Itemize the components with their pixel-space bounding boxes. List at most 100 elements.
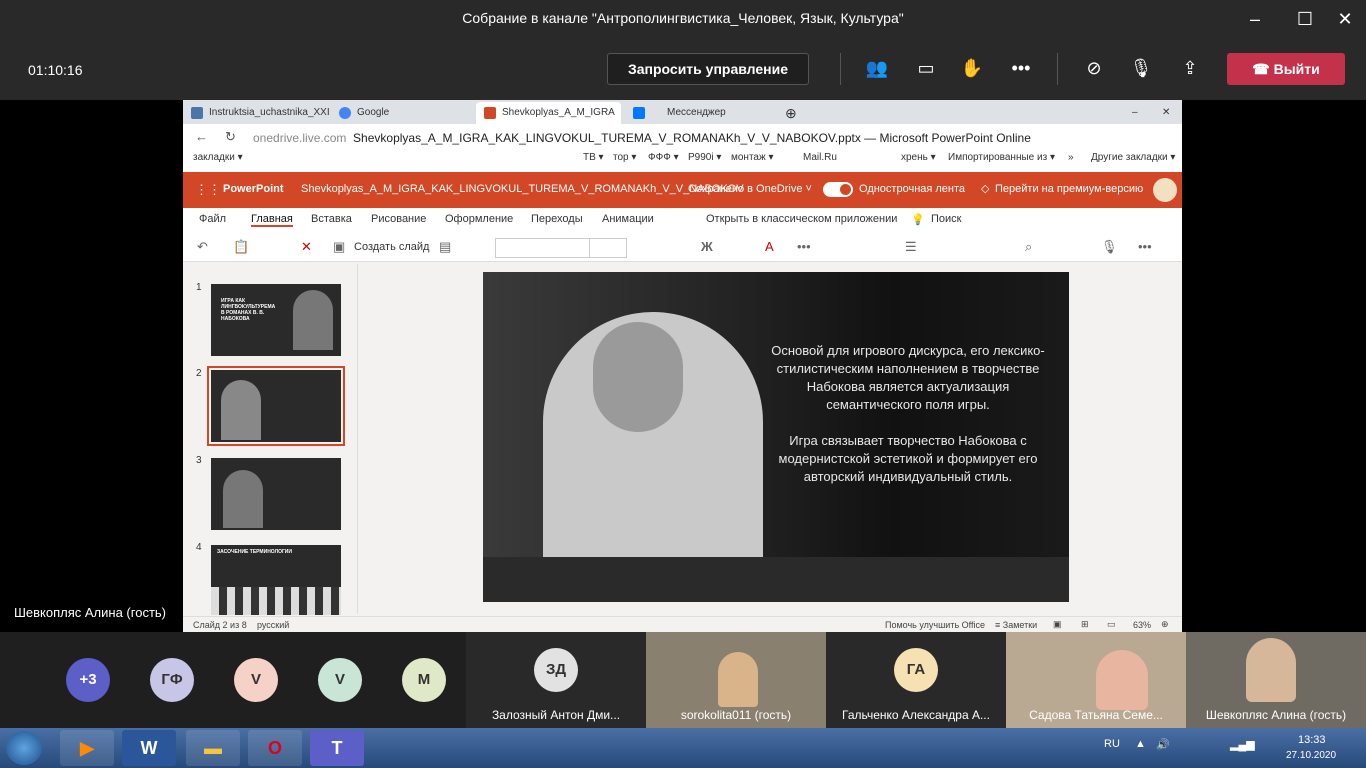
- new-tab-icon[interactable]: ⊕: [781, 102, 801, 124]
- chat-icon[interactable]: ▭: [913, 58, 939, 82]
- participants-icon[interactable]: 👥: [864, 58, 890, 82]
- layout-icon[interactable]: ▤: [439, 239, 451, 255]
- single-ribbon-toggle[interactable]: [823, 182, 853, 197]
- browser-tab[interactable]: Мессенджер: [625, 102, 770, 124]
- align-icon[interactable]: ☰: [905, 239, 917, 255]
- slideshow-icon[interactable]: ▭: [1107, 619, 1116, 630]
- language-indicator[interactable]: RU: [1104, 738, 1120, 750]
- participant-tile[interactable]: ЗД Залозный Антон Дми...: [466, 632, 646, 728]
- close-icon[interactable]: ✕: [1332, 6, 1358, 32]
- slide-thumbnail-selected[interactable]: [207, 366, 345, 446]
- slide-text-box[interactable]: Основой для игрового дискурса, его лекси…: [763, 342, 1053, 486]
- normal-view-icon[interactable]: ▣: [1053, 619, 1062, 630]
- more-icon[interactable]: •••: [797, 239, 811, 254]
- current-slide[interactable]: Основой для игрового дискурса, его лекси…: [483, 272, 1069, 602]
- bookmark-item[interactable]: хрень ▾: [901, 152, 936, 163]
- maximize-icon[interactable]: ☐: [1292, 6, 1318, 32]
- avatar: V: [318, 658, 362, 702]
- bookmark-item[interactable]: »: [1068, 152, 1074, 163]
- participant-video-tile[interactable]: Садова Татьяна Семе...: [1006, 632, 1186, 728]
- bookmark-item[interactable]: ТВ ▾: [583, 152, 604, 163]
- fit-icon[interactable]: ⊕: [1161, 619, 1169, 630]
- opera-icon[interactable]: O: [248, 730, 302, 766]
- participant-video-tile[interactable]: sorokolita011 (гость): [646, 632, 826, 728]
- bookmark-item[interactable]: Другие закладки ▾: [1091, 152, 1175, 163]
- minimize-icon[interactable]: –: [1242, 6, 1268, 32]
- reload-icon[interactable]: ↻: [225, 129, 236, 145]
- app-launcher-icon[interactable]: ⋮⋮: [195, 182, 221, 198]
- address-bar[interactable]: ← ↻ onedrive.live.com Shevkoplyas_A_M_IG…: [183, 124, 1182, 152]
- meeting-toolbar: 01:10:16 Запросить управление 👥 ▭ ✋ ••• …: [0, 38, 1366, 100]
- participant-gallery: +3 ГФ V V M ЗД Залозный Антон Дми... sor…: [0, 632, 1366, 728]
- tab-file[interactable]: Файл: [199, 213, 226, 225]
- clock-date[interactable]: 27.10.2020: [1286, 750, 1336, 761]
- participant-video-tile[interactable]: Шевкопляс Алина (гость): [1186, 632, 1366, 728]
- feedback-link[interactable]: Помочь улучшить Office: [885, 620, 985, 630]
- bookmark-item[interactable]: закладки ▾: [193, 152, 243, 163]
- camera-off-icon[interactable]: ⊘: [1081, 58, 1107, 82]
- new-slide-icon[interactable]: ▣: [333, 239, 345, 255]
- word-icon[interactable]: W: [122, 730, 176, 766]
- tab-animations[interactable]: Анимации: [602, 213, 654, 225]
- new-slide-button[interactable]: Создать слайд: [354, 241, 429, 253]
- clock-time[interactable]: 13:33: [1298, 734, 1326, 746]
- slide-thumbnail[interactable]: ИГРА КАК ЛИНГВОКУЛЬТУРЕМА В РОМАНАХ В. В…: [211, 284, 341, 356]
- signal-icon[interactable]: ▂▄▆: [1230, 738, 1255, 751]
- tab-design[interactable]: Оформление: [445, 213, 513, 225]
- browser-tab[interactable]: Instruktsia_uchastnika_XXI: [183, 102, 331, 124]
- slide-thumbnail[interactable]: ЗАСОЧЕНИЕ ТЕРМИНОЛОГИИ: [211, 545, 341, 615]
- dictate-icon[interactable]: 🎙: [1101, 239, 1118, 255]
- start-button-icon[interactable]: [6, 731, 42, 765]
- font-color-icon[interactable]: A: [765, 239, 774, 254]
- close-icon[interactable]: ✕: [1158, 102, 1178, 124]
- request-control-button[interactable]: Запросить управление: [607, 53, 809, 85]
- font-size-select[interactable]: [589, 238, 627, 258]
- back-icon[interactable]: ←: [195, 129, 208, 144]
- notes-button[interactable]: ≡ Заметки: [995, 620, 1037, 630]
- search-field[interactable]: Поиск: [931, 213, 961, 225]
- undo-icon[interactable]: ↶: [197, 239, 208, 255]
- leave-button[interactable]: ☎ Выйти: [1227, 53, 1345, 85]
- tab-home[interactable]: Главная: [251, 213, 293, 227]
- bookmark-item[interactable]: монтаж ▾: [731, 152, 773, 163]
- language-label[interactable]: русский: [257, 620, 289, 630]
- avatar[interactable]: [1153, 178, 1177, 202]
- file-name[interactable]: Shevkoplyas_A_M_IGRA_KAK_LINGVOKUL_TUREM…: [301, 183, 744, 195]
- tab-insert[interactable]: Вставка: [311, 213, 352, 225]
- save-status[interactable]: Сохранено в OneDrive ˅: [688, 183, 812, 195]
- tray-arrow-icon[interactable]: ▲: [1135, 738, 1146, 750]
- more-options-icon[interactable]: •••: [1008, 58, 1034, 82]
- mic-off-icon[interactable]: 🎙: [1128, 58, 1154, 82]
- bookmark-item[interactable]: Mail.Ru: [803, 152, 837, 163]
- tab-draw[interactable]: Рисование: [371, 213, 426, 225]
- slide-thumbnail[interactable]: [211, 458, 341, 530]
- font-family-select[interactable]: [495, 238, 590, 258]
- file-explorer-icon[interactable]: ▬: [186, 730, 240, 766]
- bold-icon[interactable]: Ж: [701, 239, 713, 254]
- find-icon[interactable]: ⌕: [1025, 239, 1032, 255]
- media-player-icon[interactable]: ▶: [60, 730, 114, 766]
- thumbnail-scrollbar[interactable]: [357, 264, 369, 614]
- open-desktop-link[interactable]: Открыть в классическом приложении: [706, 213, 897, 225]
- raise-hand-icon[interactable]: ✋: [959, 58, 985, 82]
- sorter-view-icon[interactable]: ⊞: [1081, 619, 1089, 630]
- more-icon[interactable]: •••: [1138, 239, 1152, 254]
- browser-tab[interactable]: Google: [331, 102, 476, 124]
- tab-transitions[interactable]: Переходы: [531, 213, 583, 225]
- more-participants-avatar[interactable]: +3: [66, 658, 110, 702]
- bookmark-item[interactable]: P990i ▾: [688, 152, 721, 163]
- teams-icon[interactable]: T: [310, 730, 364, 766]
- participant-tile[interactable]: ГА Гальченко Александра А...: [826, 632, 1006, 728]
- url-field[interactable]: onedrive.live.com Shevkoplyas_A_M_IGRA_K…: [253, 128, 1073, 148]
- bookmark-item[interactable]: тор ▾: [613, 152, 636, 163]
- premium-link[interactable]: Перейти на премиум-версию: [995, 183, 1143, 195]
- share-screen-icon[interactable]: ⇪: [1177, 58, 1203, 82]
- paste-icon[interactable]: 📋: [233, 239, 249, 255]
- zoom-level[interactable]: 63%: [1133, 620, 1151, 630]
- bookmark-item[interactable]: Импортированные из ▾: [948, 152, 1055, 163]
- volume-icon[interactable]: 🔊: [1156, 738, 1170, 751]
- browser-tab-active[interactable]: Shevkoplyas_A_M_IGRA: [476, 102, 621, 124]
- clear-icon[interactable]: ✕: [301, 239, 312, 255]
- minimize-icon[interactable]: –: [1128, 102, 1148, 124]
- bookmark-item[interactable]: ФФФ ▾: [648, 152, 679, 163]
